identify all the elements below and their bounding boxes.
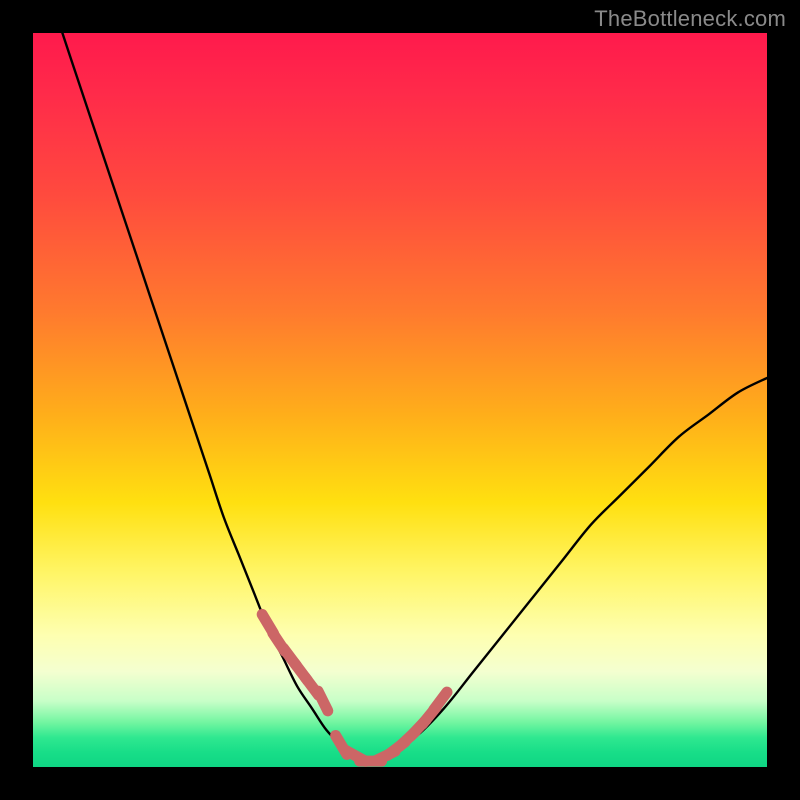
threshold-markers (262, 614, 447, 761)
plot-area (33, 33, 767, 767)
watermark-text: TheBottleneck.com (594, 6, 786, 32)
outer-frame: TheBottleneck.com (0, 0, 800, 800)
chart-svg (33, 33, 767, 767)
threshold-marker (318, 691, 328, 711)
bottleneck-curve (62, 33, 767, 761)
